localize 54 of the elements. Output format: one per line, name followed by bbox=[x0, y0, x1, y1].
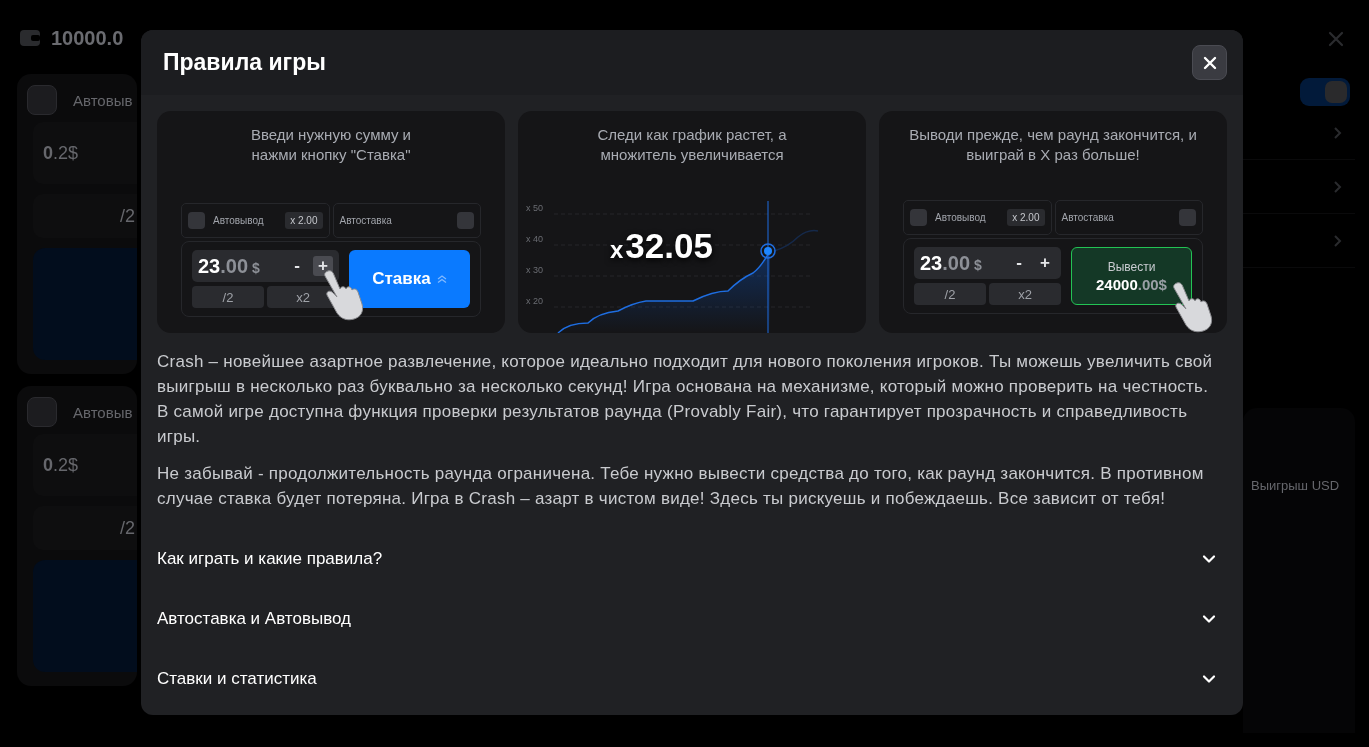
amount-field[interactable]: 23.00 $ - + bbox=[914, 247, 1061, 279]
accordion-header[interactable]: Автоставка и Автовывод bbox=[157, 609, 1227, 629]
amount-text: 24000.00$ bbox=[1096, 275, 1167, 293]
auto-bet-label: Автоставка bbox=[1061, 212, 1115, 223]
checkbox[interactable] bbox=[188, 212, 205, 229]
plus-button[interactable]: + bbox=[313, 256, 333, 276]
step-caption: Следи как график растет, а множитель увеличивается bbox=[596, 125, 788, 165]
multiplier-tag: x 2.00 bbox=[285, 212, 323, 229]
description-paragraph: Не забывай - продолжительность раунда ограничена. Тебе нужно вывести средства до того, как раунд закончится. В противном случае ставка будет потеряна. Игра в Crash – азарт в чистом виде! Здесь ты рискуешь и побеждаешь. Все зависит от тебя! bbox=[157, 463, 1205, 510]
win-label: Выигрыш USD bbox=[1251, 478, 1340, 493]
step-caption: Выводи прежде, чем раунд закончится, и выиграй в X раз больше! bbox=[908, 125, 1198, 165]
checkbox[interactable] bbox=[910, 209, 927, 226]
description-paragraph: Crash – новейшее азартное развлечение, которое идеально подходит для нового поколения игроков. Ты можешь увеличить свой выигрыш в несколько раз буквально за несколько секунд! Игра основана на механизме, который можно проверить на честность. В самой игре доступна функция проверки результатов раунда (Provably Fair), что гарантирует прозрачность и справедливость игры. bbox=[157, 351, 1214, 448]
chevron-right-icon bbox=[1333, 125, 1343, 140]
checkbox[interactable] bbox=[27, 85, 57, 115]
halve-button[interactable]: /2 bbox=[192, 286, 264, 308]
minus-button[interactable]: - bbox=[287, 256, 307, 276]
close-button[interactable] bbox=[1192, 45, 1227, 80]
wallet-icon bbox=[19, 28, 41, 48]
checkbox[interactable] bbox=[1179, 209, 1196, 226]
chevron-right-icon bbox=[1333, 179, 1343, 194]
close-icon bbox=[1201, 54, 1218, 71]
accordion-header[interactable]: Ставки и статистика bbox=[157, 669, 1227, 689]
auto-cashout-label: Автовывод bbox=[935, 212, 987, 223]
checkbox[interactable] bbox=[27, 397, 57, 427]
auto-cashout-label: Автовыв bbox=[73, 91, 133, 109]
toggle-switch[interactable] bbox=[1300, 78, 1350, 106]
amount-text: 23.00 $ bbox=[920, 251, 983, 275]
halve-button[interactable]: /2 bbox=[914, 283, 986, 305]
step-caption: Введи нужную сумму и нажми кнопку "Ставка" bbox=[250, 125, 412, 165]
accordion-header[interactable]: Как играть и какие правила? bbox=[157, 549, 1227, 569]
bet-button[interactable]: Ставка bbox=[349, 250, 470, 308]
axis-label: x 40 bbox=[526, 234, 543, 244]
axis-label: x 20 bbox=[526, 296, 543, 306]
double-chevron-up-icon bbox=[436, 275, 447, 283]
bet-button[interactable] bbox=[33, 248, 137, 360]
plus-button[interactable]: + bbox=[1035, 253, 1055, 273]
amount-field[interactable]: 23.00 $ - + bbox=[192, 250, 339, 282]
cashout-button[interactable]: Вывести 24000.00$ bbox=[1071, 247, 1192, 305]
auto-cashout-label: Автовывод bbox=[213, 215, 265, 226]
balance-text: 10000.0 bbox=[51, 26, 124, 50]
chevron-right-icon bbox=[1333, 233, 1343, 248]
amount-text: 23.00 $ bbox=[198, 254, 261, 278]
double-button[interactable]: x2 bbox=[989, 283, 1061, 305]
checkbox[interactable] bbox=[457, 212, 474, 229]
dialog-title: Правила игры bbox=[163, 49, 326, 76]
auto-bet-label: Автоставка bbox=[339, 215, 393, 226]
axis-label: x 30 bbox=[526, 265, 543, 275]
axis-label: x 50 bbox=[526, 203, 543, 213]
multiplier-tag: x 2.00 bbox=[1007, 209, 1045, 226]
auto-cashout-label: Автовыв bbox=[73, 403, 133, 421]
multiplier-text: x32.05 bbox=[610, 226, 713, 266]
bet-button[interactable] bbox=[33, 560, 137, 672]
minus-button[interactable]: - bbox=[1009, 253, 1029, 273]
